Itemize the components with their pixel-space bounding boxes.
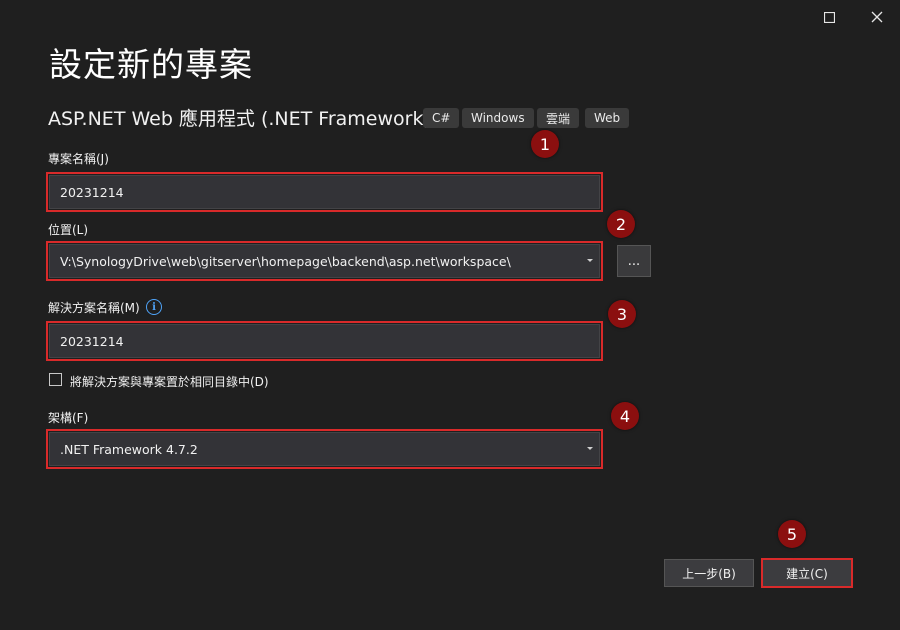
same-directory-label[interactable]: 將解決方案與專案置於相同目錄中(D) [70, 373, 269, 390]
annotation-badge-2: 2 [607, 210, 635, 238]
tag-cloud: 雲端 [537, 108, 580, 128]
framework-label: 架構(F) [48, 411, 89, 425]
location-label: 位置(L) [48, 223, 89, 237]
project-name-input[interactable]: 20231214 [49, 175, 600, 209]
project-type-title: ASP.NET Web 應用程式 (.NET Framework) [48, 108, 431, 130]
chevron-down-icon [587, 259, 593, 262]
same-directory-checkbox[interactable] [49, 373, 62, 386]
framework-value: .NET Framework 4.7.2 [60, 441, 198, 457]
tag-windows: Windows [462, 108, 534, 128]
page-title: 設定新的專案 [49, 45, 253, 84]
project-name-value: 20231214 [60, 184, 124, 200]
tag-csharp: C# [423, 108, 460, 128]
location-value: V:\SynologyDrive\web\gitserver\homepage\… [60, 253, 511, 269]
solution-name-label: 解決方案名稱(M) [48, 301, 140, 315]
location-combobox[interactable]: V:\SynologyDrive\web\gitserver\homepage\… [49, 244, 600, 278]
annotation-badge-1: 1 [531, 130, 559, 158]
framework-select[interactable]: .NET Framework 4.7.2 [49, 432, 600, 466]
solution-name-value: 20231214 [60, 333, 124, 349]
close-icon [871, 11, 883, 23]
create-button[interactable]: 建立(C) [761, 558, 853, 588]
maximize-button[interactable] [814, 2, 844, 32]
maximize-icon [823, 11, 835, 23]
tag-web: Web [585, 108, 630, 128]
solution-name-input[interactable]: 20231214 [49, 324, 600, 358]
browse-button[interactable]: ... [617, 245, 651, 277]
annotation-badge-5: 5 [778, 520, 806, 548]
close-button[interactable] [862, 2, 892, 32]
info-icon[interactable]: i [146, 299, 162, 315]
annotation-badge-3: 3 [608, 300, 636, 328]
project-name-label: 專案名稱(J) [48, 152, 109, 166]
chevron-down-icon [587, 447, 593, 450]
back-button[interactable]: 上一步(B) [664, 559, 754, 587]
annotation-badge-4: 4 [611, 402, 639, 430]
